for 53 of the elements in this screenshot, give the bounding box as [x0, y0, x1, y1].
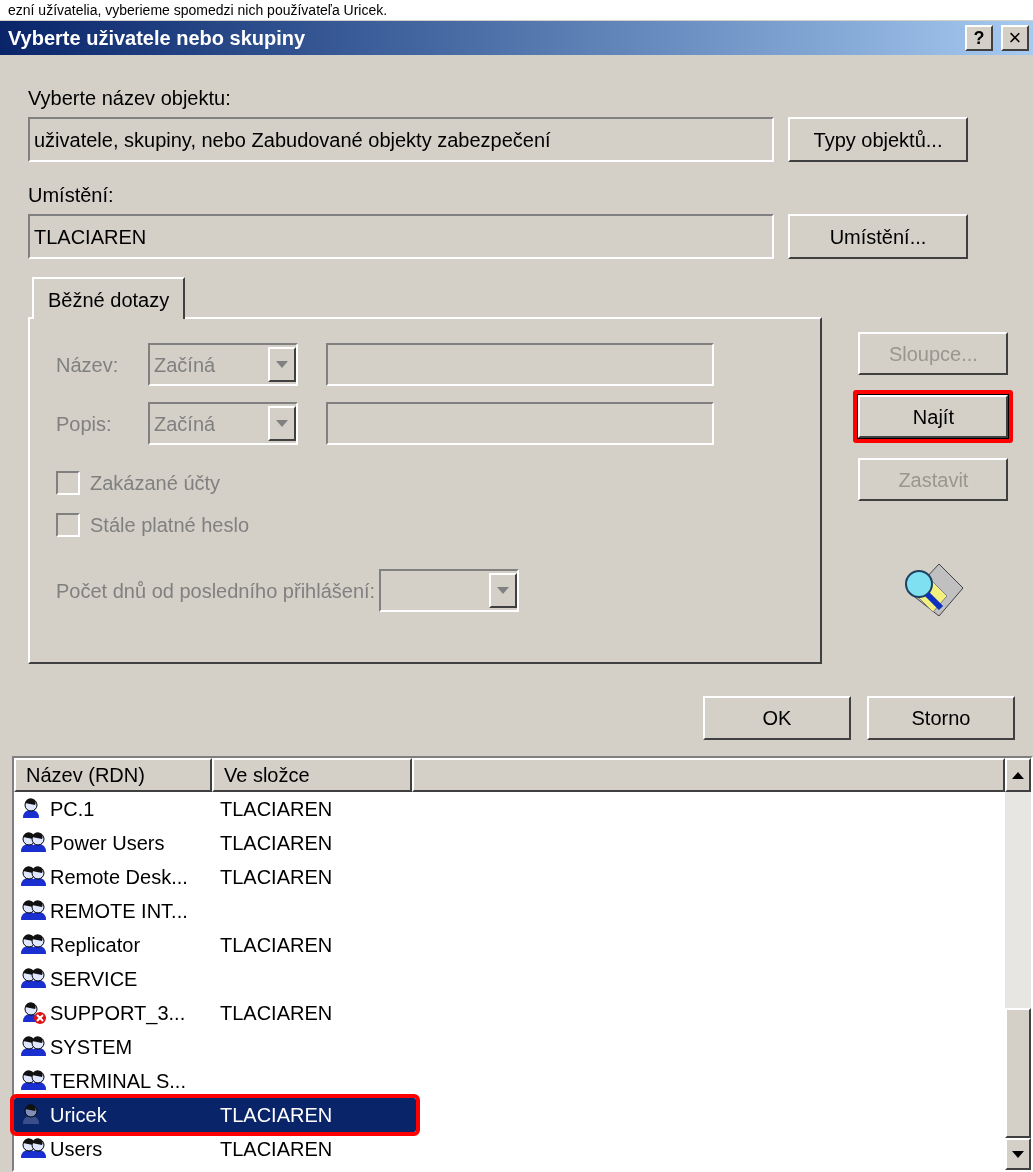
table-cell-text: TERMINAL S... [49, 1069, 187, 1094]
down-arrow-icon [1012, 1150, 1024, 1158]
table-cell-text: Replicator [49, 933, 142, 958]
table-cell-text: TLACIAREN [220, 933, 333, 958]
list-row[interactable]: Users TLACIAREN [14, 1132, 416, 1166]
list-row[interactable]: Replicator TLACIAREN [14, 928, 416, 962]
table-cell-text: TLACIAREN [220, 831, 333, 856]
field-label: Umístění: [28, 183, 115, 208]
table-cell-text: REMOTE INT... [49, 899, 189, 924]
text-field[interactable]: TLACIAREN [28, 214, 774, 259]
field-label: Popis: [56, 411, 113, 437]
list-row[interactable]: Remote Desk... TLACIAREN [14, 860, 416, 894]
dialog-button[interactable]: Umístění... [788, 214, 968, 259]
window-title: Vyberte uživatele nebo skupiny [8, 26, 307, 51]
table-cell-text: PC.1 [49, 797, 96, 822]
table-cell-text: TLACIAREN [220, 865, 333, 890]
field-label: Název: [56, 352, 120, 378]
column-header[interactable]: Název (RDN) [14, 758, 212, 792]
scrollbar[interactable] [1005, 758, 1031, 1170]
table-cell-text: Users [49, 1137, 104, 1162]
help-button[interactable]: ? [965, 25, 993, 51]
table-cell-text: SYSTEM [49, 1035, 134, 1060]
text-field[interactable]: uživatele, skupiny, nebo Zabudované objekty zabezpečení [28, 117, 774, 162]
dialog-button[interactable]: Najít [858, 395, 1009, 438]
tab[interactable]: Běžné dotazy [32, 277, 186, 319]
input-field[interactable] [326, 402, 714, 445]
field-label: Vyberte název objektu: [28, 86, 232, 111]
list-row[interactable]: Power Users TLACIAREN [14, 826, 416, 860]
field-label: Počet dnů od posledního přihlášení: [56, 578, 376, 604]
column-header[interactable]: Ve složce [212, 758, 412, 792]
caption-text: ezní užívatelia, vyberieme spomedzi nich používateľa Uricek. [0, 0, 1033, 20]
checkbox-label: Zakázané účty [90, 471, 221, 496]
list-row[interactable]: SERVICE [14, 962, 416, 996]
input-field[interactable] [326, 343, 714, 386]
table-cell-text: SERVICE [49, 967, 139, 992]
table-cell-text: Uricek [49, 1103, 108, 1128]
list-row[interactable]: PC.1 TLACIAREN [14, 792, 416, 826]
table-cell-text: Power Users [49, 831, 166, 856]
list-row[interactable]: TERMINAL S... [14, 1064, 416, 1098]
table-cell-text: TLACIAREN [220, 797, 333, 822]
table-cell-text: SUPPORT_3... [49, 1001, 187, 1027]
close-button[interactable]: × [1001, 25, 1029, 51]
dialog-button[interactable]: Storno [867, 696, 1015, 740]
table-cell-text: Remote Desk... [49, 865, 189, 890]
checkbox-label: Stále platné heslo [90, 513, 249, 538]
dialog-button[interactable]: Typy objektů... [788, 117, 968, 162]
list-row[interactable]: REMOTE INT... [14, 894, 416, 928]
table-cell-text: TLACIAREN [220, 1103, 333, 1128]
dialog-button[interactable]: OK [703, 696, 851, 740]
list-row[interactable]: SYSTEM [14, 1030, 416, 1064]
table-cell-text: TLACIAREN [220, 1137, 333, 1162]
table-cell-text: TLACIAREN [220, 1001, 333, 1026]
up-arrow-icon [1012, 771, 1024, 779]
